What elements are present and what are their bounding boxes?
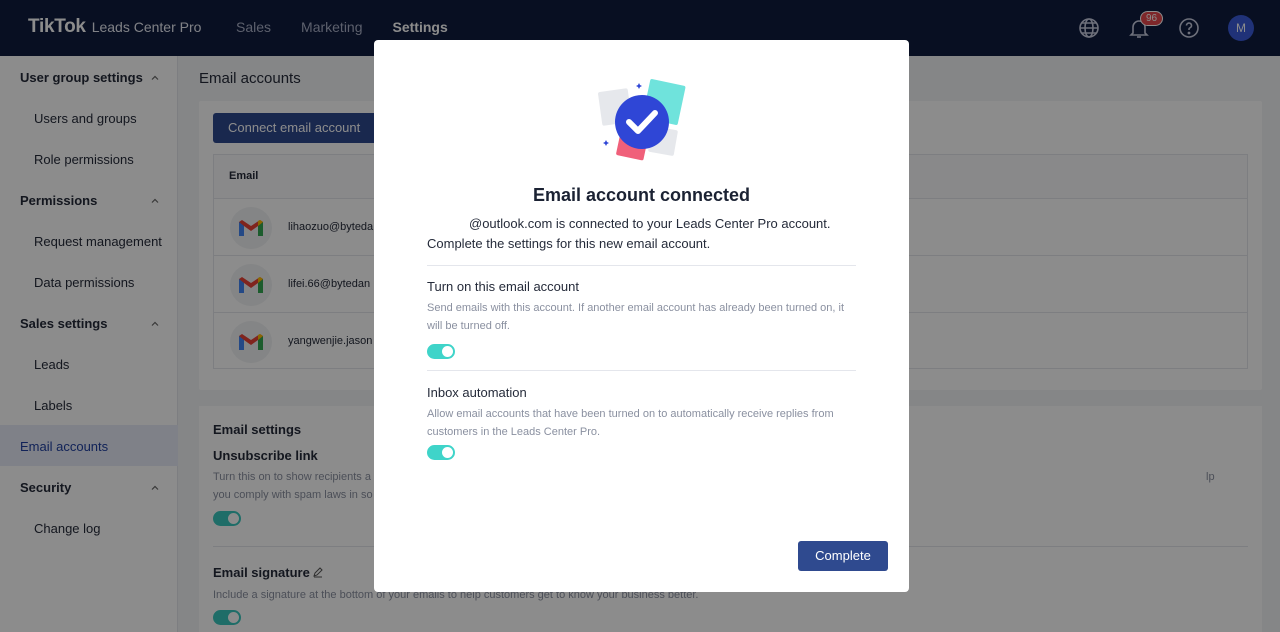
option-inbox-automation-title: Inbox automation: [427, 385, 527, 400]
divider: [427, 370, 856, 371]
option-turn-on-desc: Send emails with this account. If anothe…: [427, 302, 845, 332]
inbox-automation-toggle[interactable]: [427, 445, 455, 460]
email-connected-modal: Email account connected @outlook.com is …: [374, 40, 909, 592]
option-inbox-automation-desc: Allow email accounts that have been turn…: [427, 408, 834, 438]
modal-description-line1: @outlook.com is connected to your Leads …: [469, 216, 831, 231]
complete-button[interactable]: Complete: [798, 541, 888, 571]
modal-description-line2: Complete the settings for this new email…: [427, 236, 711, 251]
turn-on-email-toggle[interactable]: [427, 344, 455, 359]
modal-title: Email account connected: [532, 185, 751, 205]
divider: [427, 265, 856, 266]
success-check-illustration-icon: [598, 79, 686, 161]
option-turn-on-title: Turn on this email account: [427, 279, 579, 294]
